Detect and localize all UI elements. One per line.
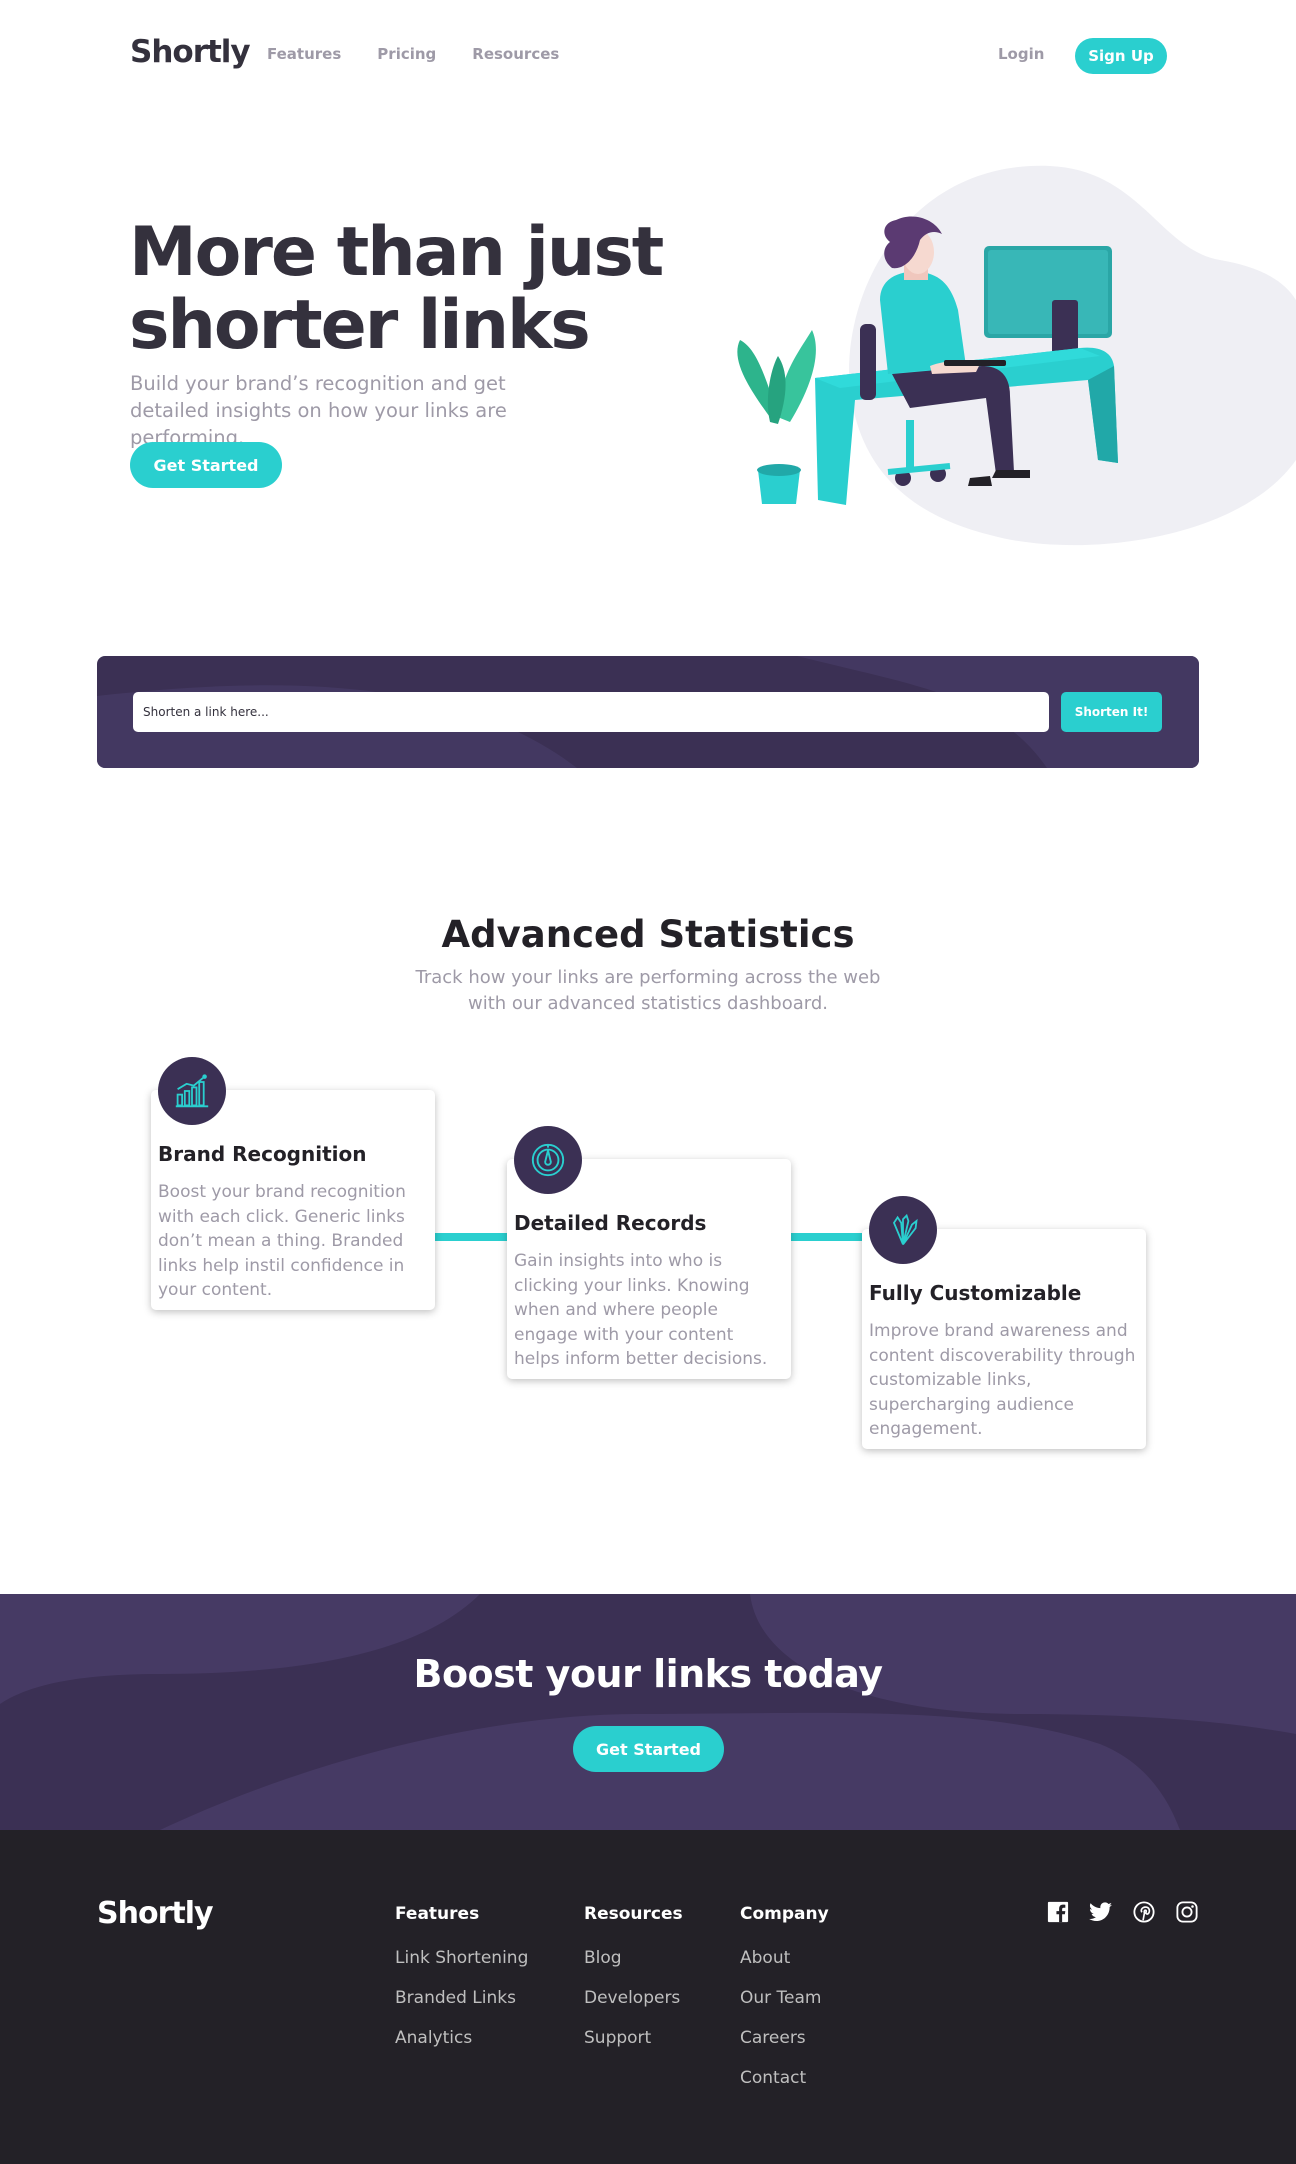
instagram-icon[interactable] bbox=[1175, 1900, 1198, 1923]
footer-link[interactable]: About bbox=[740, 1948, 829, 1968]
nav-resources[interactable]: Resources bbox=[472, 45, 559, 63]
stat-card-brand-recognition: Brand Recognition Boost your brand recog… bbox=[151, 1057, 435, 1310]
site-footer: Shortly Features Link Shortening Branded… bbox=[0, 1830, 1296, 2164]
footer-link[interactable]: Blog bbox=[584, 1948, 683, 1968]
footer-link[interactable]: Contact bbox=[740, 2068, 829, 2088]
footer-link[interactable]: Developers bbox=[584, 1988, 683, 2008]
footer-link[interactable]: Support bbox=[584, 2028, 683, 2048]
footer-link[interactable]: Analytics bbox=[395, 2028, 528, 2048]
shorten-it-button[interactable]: Shorten It! bbox=[1061, 692, 1162, 732]
stat-card-title: Brand Recognition bbox=[158, 1142, 367, 1166]
footer-link[interactable]: Link Shortening bbox=[395, 1948, 528, 1968]
stat-card-title: Fully Customizable bbox=[869, 1281, 1082, 1305]
boost-background-shape bbox=[0, 1594, 1296, 1830]
nav-pricing[interactable]: Pricing bbox=[377, 45, 436, 63]
shorten-url-input[interactable]: Shorten a link here... bbox=[133, 692, 1049, 732]
footer-heading: Features bbox=[395, 1904, 480, 1924]
twitter-icon[interactable] bbox=[1089, 1900, 1112, 1923]
stats-subtitle: Track how your links are performing acro… bbox=[415, 967, 881, 1014]
stat-card-text: Boost your brand recognition with each c… bbox=[158, 1182, 406, 1300]
logo[interactable]: Shortly bbox=[130, 34, 251, 70]
nav-features[interactable]: Features bbox=[267, 45, 341, 63]
footer-heading: Company bbox=[740, 1904, 829, 1924]
stats-connector-line bbox=[434, 1233, 508, 1241]
stat-card-text: Improve brand awareness and content disc… bbox=[869, 1321, 1136, 1439]
stats-connector-line bbox=[790, 1233, 862, 1241]
site-header: Shortly Features Pricing Resources Login… bbox=[0, 0, 1296, 112]
stat-card-fully-customizable: Fully Customizable Improve brand awarene… bbox=[862, 1196, 1146, 1449]
footer-column-company: Company About Our Team Careers Contact bbox=[740, 1904, 829, 2108]
footer-logo[interactable]: Shortly bbox=[97, 1896, 214, 1931]
footer-link[interactable]: Our Team bbox=[740, 1988, 829, 2008]
footer-link[interactable]: Careers bbox=[740, 2028, 829, 2048]
login-link[interactable]: Login bbox=[998, 45, 1044, 63]
shorten-form: Shorten a link here... Shorten It! bbox=[97, 656, 1199, 768]
detailed-records-icon bbox=[514, 1126, 582, 1194]
hero-subtitle: Build your brand’s recognition and get d… bbox=[130, 372, 507, 449]
stat-card-title: Detailed Records bbox=[514, 1211, 707, 1235]
boost-get-started-button[interactable]: Get Started bbox=[573, 1726, 724, 1772]
boost-title: Boost your links today bbox=[413, 1652, 883, 1696]
fully-customizable-icon bbox=[869, 1196, 937, 1264]
social-links bbox=[1046, 1900, 1198, 1923]
stat-card-text: Gain insights into who is clicking your … bbox=[514, 1251, 768, 1369]
pinterest-icon[interactable] bbox=[1132, 1900, 1155, 1923]
stat-card-detailed-records: Detailed Records Gain insights into who … bbox=[507, 1126, 791, 1379]
footer-link[interactable]: Branded Links bbox=[395, 1988, 528, 2008]
hero-title: More than just shorter links bbox=[129, 213, 664, 365]
brand-recognition-icon bbox=[158, 1057, 226, 1125]
stats-title: Advanced Statistics bbox=[441, 913, 855, 956]
footer-heading: Resources bbox=[584, 1904, 683, 1924]
footer-column-resources: Resources Blog Developers Support bbox=[584, 1904, 683, 2068]
footer-column-features: Features Link Shortening Branded Links A… bbox=[395, 1904, 528, 2068]
working-illustration bbox=[737, 165, 1296, 546]
signup-button[interactable]: Sign Up bbox=[1075, 38, 1167, 74]
facebook-icon[interactable] bbox=[1046, 1900, 1069, 1923]
main-nav: Features Pricing Resources bbox=[267, 45, 559, 63]
boost-section: Boost your links today Get Started bbox=[0, 1594, 1296, 1830]
hero-get-started-button[interactable]: Get Started bbox=[130, 442, 282, 488]
